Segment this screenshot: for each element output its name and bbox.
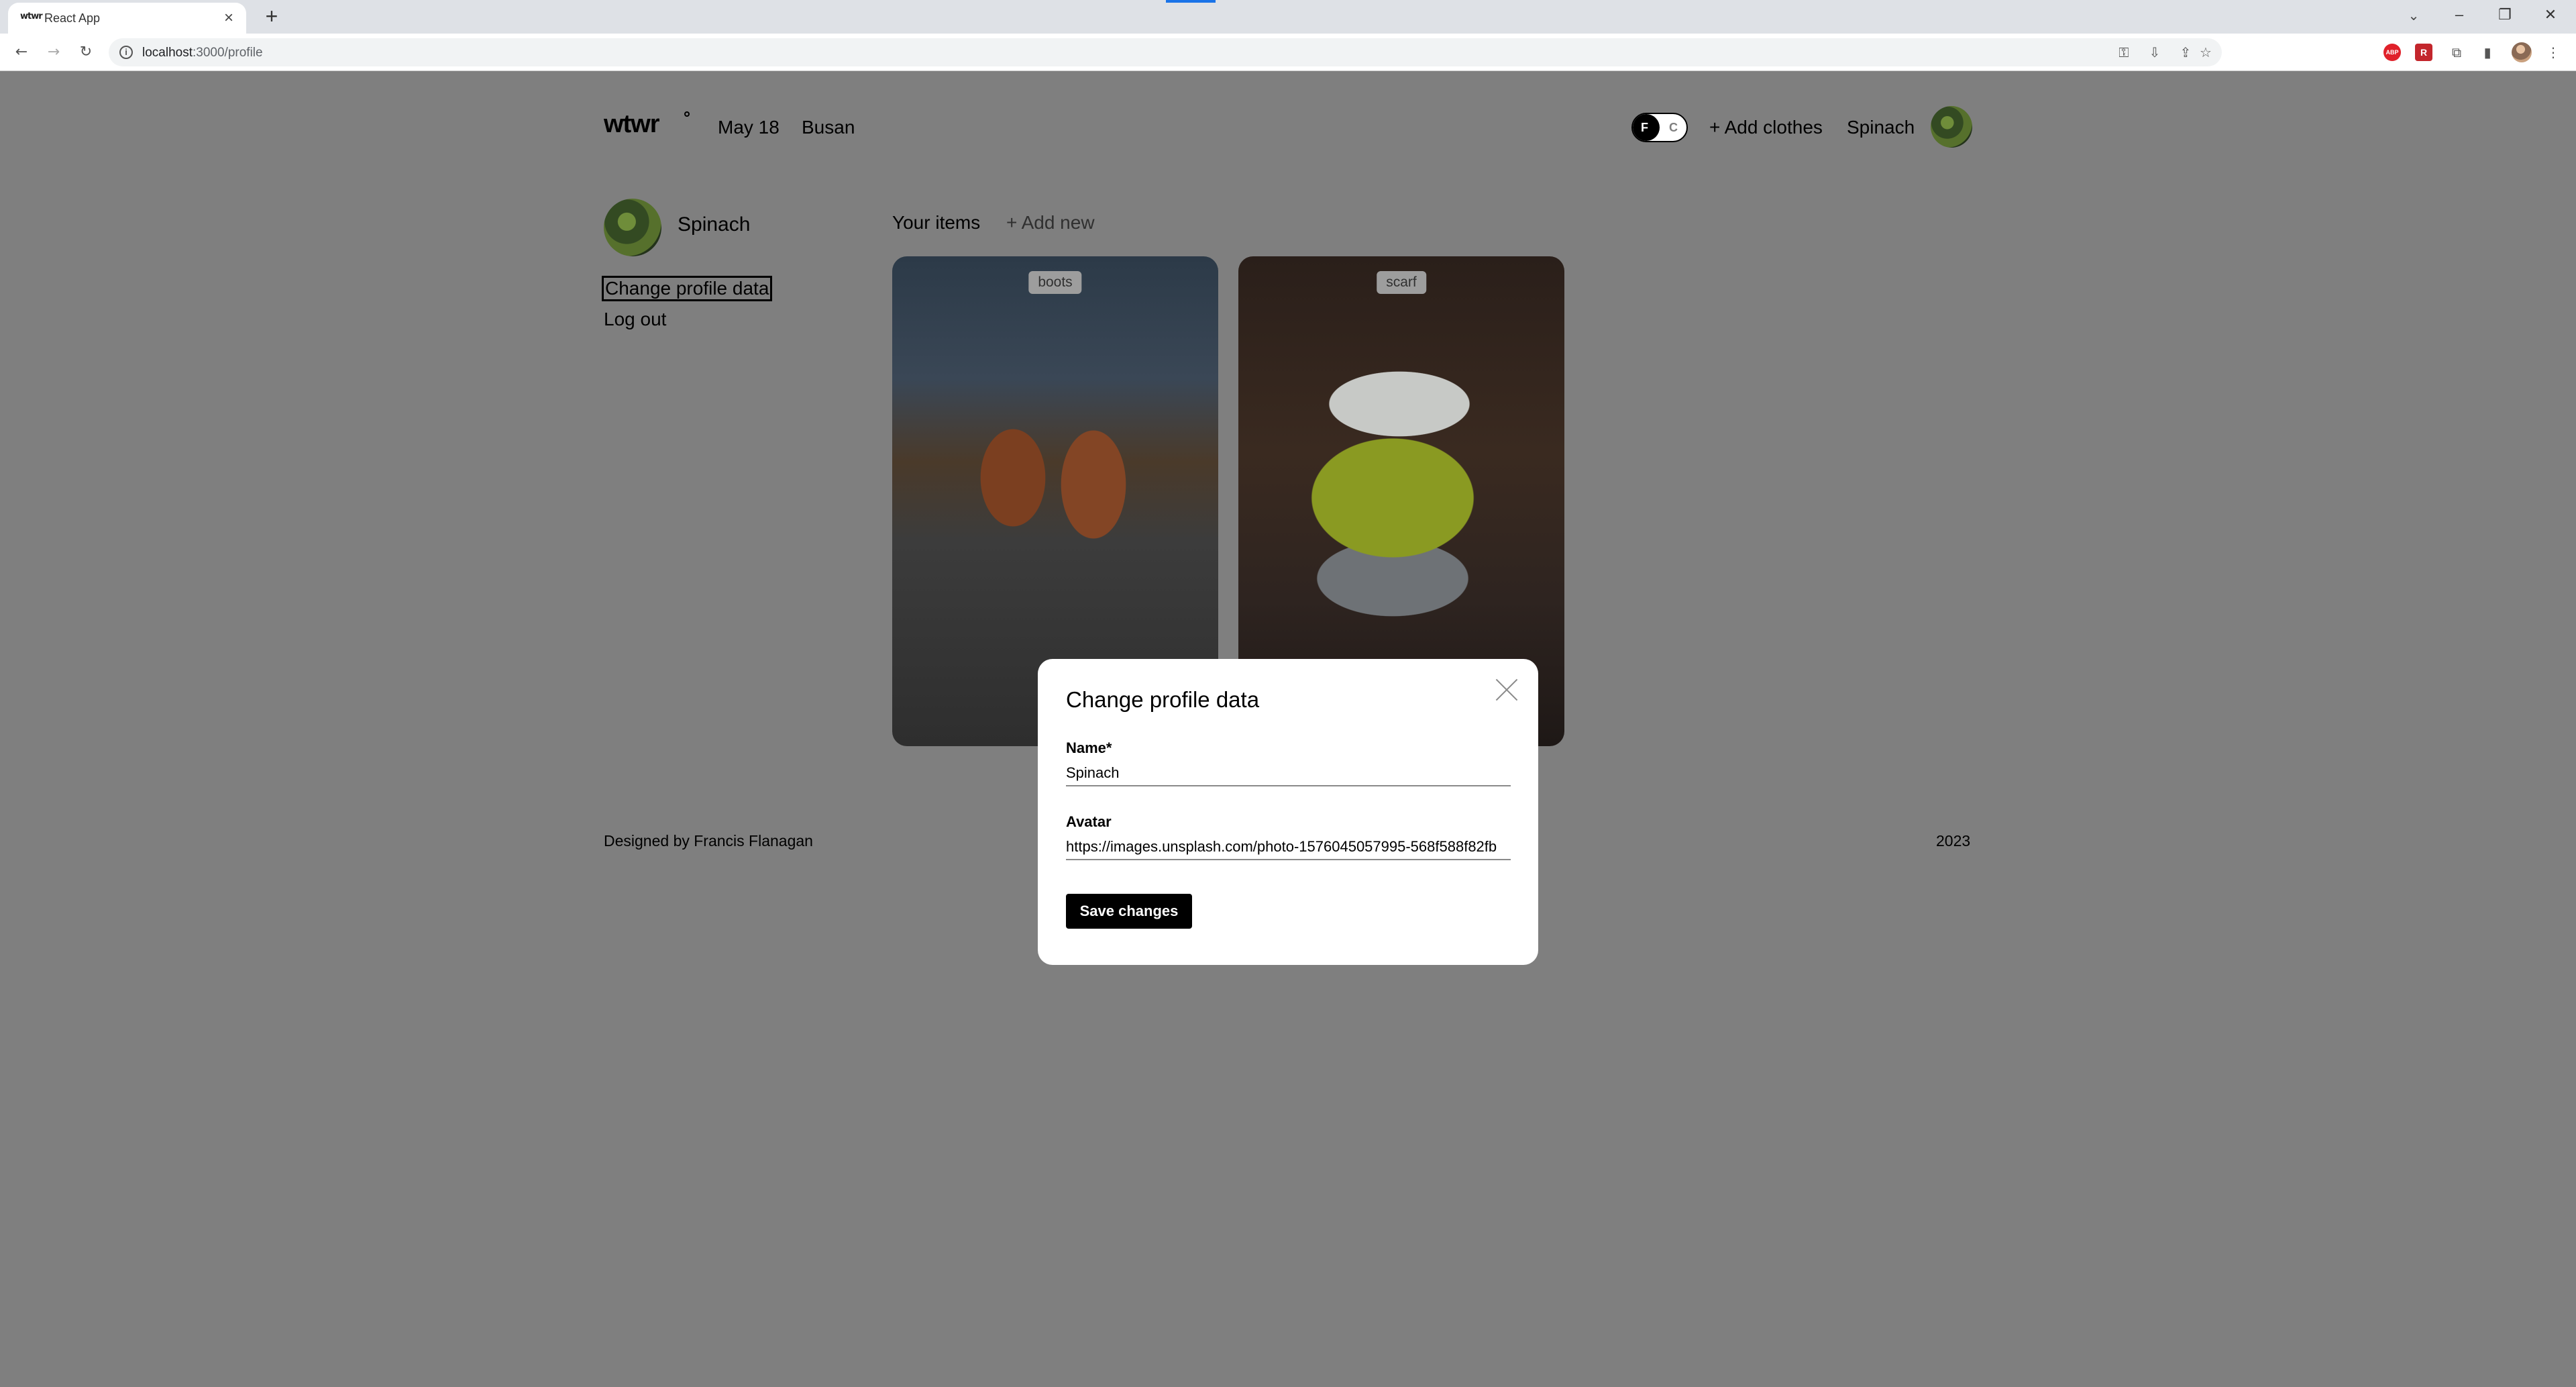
add-new-button[interactable]: + Add new xyxy=(1006,212,1095,234)
logo-degree-icon xyxy=(684,111,690,117)
favicon-icon: wtwr xyxy=(20,11,43,21)
change-profile-modal: Change profile data Name* Avatar Save ch… xyxy=(1038,659,1538,965)
adblock-extension-icon[interactable]: ABP xyxy=(2383,44,2401,61)
close-icon[interactable] xyxy=(1494,676,1519,702)
forward-icon[interactable]: → xyxy=(43,42,64,63)
name-label: Name* xyxy=(1066,739,1112,756)
back-icon[interactable]: ← xyxy=(11,42,32,63)
browser-toolbar: ← → ↻ i localhost:3000/profile ⚿ ⇩ ⇪ ☆ A… xyxy=(0,34,2576,71)
tab-close-icon[interactable]: × xyxy=(219,9,238,28)
toggle-f-label: F xyxy=(1641,121,1648,134)
name-input[interactable] xyxy=(1066,761,1511,786)
tab-title: React App xyxy=(44,11,101,25)
header-username[interactable]: Spinach xyxy=(1847,117,1915,138)
header-date: May 18 xyxy=(718,117,780,138)
browser-chrome: wtwr React App × + ⌄ – ❐ ✕ ← → ↻ i local… xyxy=(0,0,2576,71)
loading-indicator xyxy=(1166,0,1216,3)
install-icon[interactable]: ⇩ xyxy=(2145,43,2164,62)
change-profile-data-link[interactable]: Change profile data xyxy=(601,276,773,301)
footer-year: 2023 xyxy=(1936,832,1971,850)
extensions-puzzle-icon[interactable]: ⧉ xyxy=(2447,43,2466,62)
bookmark-star-icon[interactable]: ☆ xyxy=(2196,43,2215,62)
header-location: Busan xyxy=(802,117,855,138)
extension-icon[interactable]: R xyxy=(2415,44,2432,61)
add-clothes-button[interactable]: + Add clothes xyxy=(1709,117,1823,138)
avatar-label: Avatar xyxy=(1066,813,1112,830)
temperature-unit-toggle[interactable]: F C xyxy=(1631,113,1688,142)
sidebar-avatar xyxy=(604,199,661,256)
reload-icon[interactable]: ↻ xyxy=(75,42,97,63)
site-info-icon[interactable]: i xyxy=(119,46,133,59)
item-card-label: scarf xyxy=(1377,271,1426,294)
modal-title: Change profile data xyxy=(1066,687,1260,712)
restore-icon[interactable]: ❐ xyxy=(2482,0,2528,31)
address-bar[interactable]: i localhost:3000/profile ⚿ ⇩ ⇪ ☆ xyxy=(109,38,2222,66)
footer-designer: Designed by Francis Flanagan xyxy=(604,832,813,850)
browser-tab[interactable]: wtwr React App × xyxy=(8,3,246,34)
new-tab-icon[interactable]: + xyxy=(260,5,283,28)
side-panel-icon[interactable]: ▮ xyxy=(2478,43,2497,62)
window-close-icon[interactable]: ✕ xyxy=(2528,0,2573,31)
your-items-title: Your items xyxy=(892,212,981,233)
minimize-icon[interactable]: – xyxy=(2436,0,2482,31)
url-text[interactable]: localhost:3000/profile xyxy=(142,46,263,60)
sidebar-username: Spinach xyxy=(678,213,751,236)
item-card-label: boots xyxy=(1028,271,1082,294)
tab-search-icon[interactable]: ⌄ xyxy=(2403,5,2424,27)
app-logo[interactable]: wtwr xyxy=(604,110,660,139)
toggle-c-label: C xyxy=(1669,121,1678,134)
app-page: wtwr May 18 Busan F C + Add clothes Spin… xyxy=(0,71,2576,1387)
save-changes-button[interactable]: Save changes xyxy=(1066,894,1192,929)
tab-strip: wtwr React App × + ⌄ – ❐ ✕ xyxy=(0,0,2576,34)
share-icon[interactable]: ⇪ xyxy=(2176,43,2195,62)
browser-profile-avatar[interactable] xyxy=(2512,42,2532,62)
avatar-url-input[interactable] xyxy=(1066,835,1511,860)
logout-link[interactable]: Log out xyxy=(604,309,666,330)
key-icon[interactable]: ⚿ xyxy=(2114,43,2133,62)
menu-kebab-icon[interactable]: ⋮ xyxy=(2544,43,2563,62)
header-avatar[interactable] xyxy=(1931,106,1972,148)
